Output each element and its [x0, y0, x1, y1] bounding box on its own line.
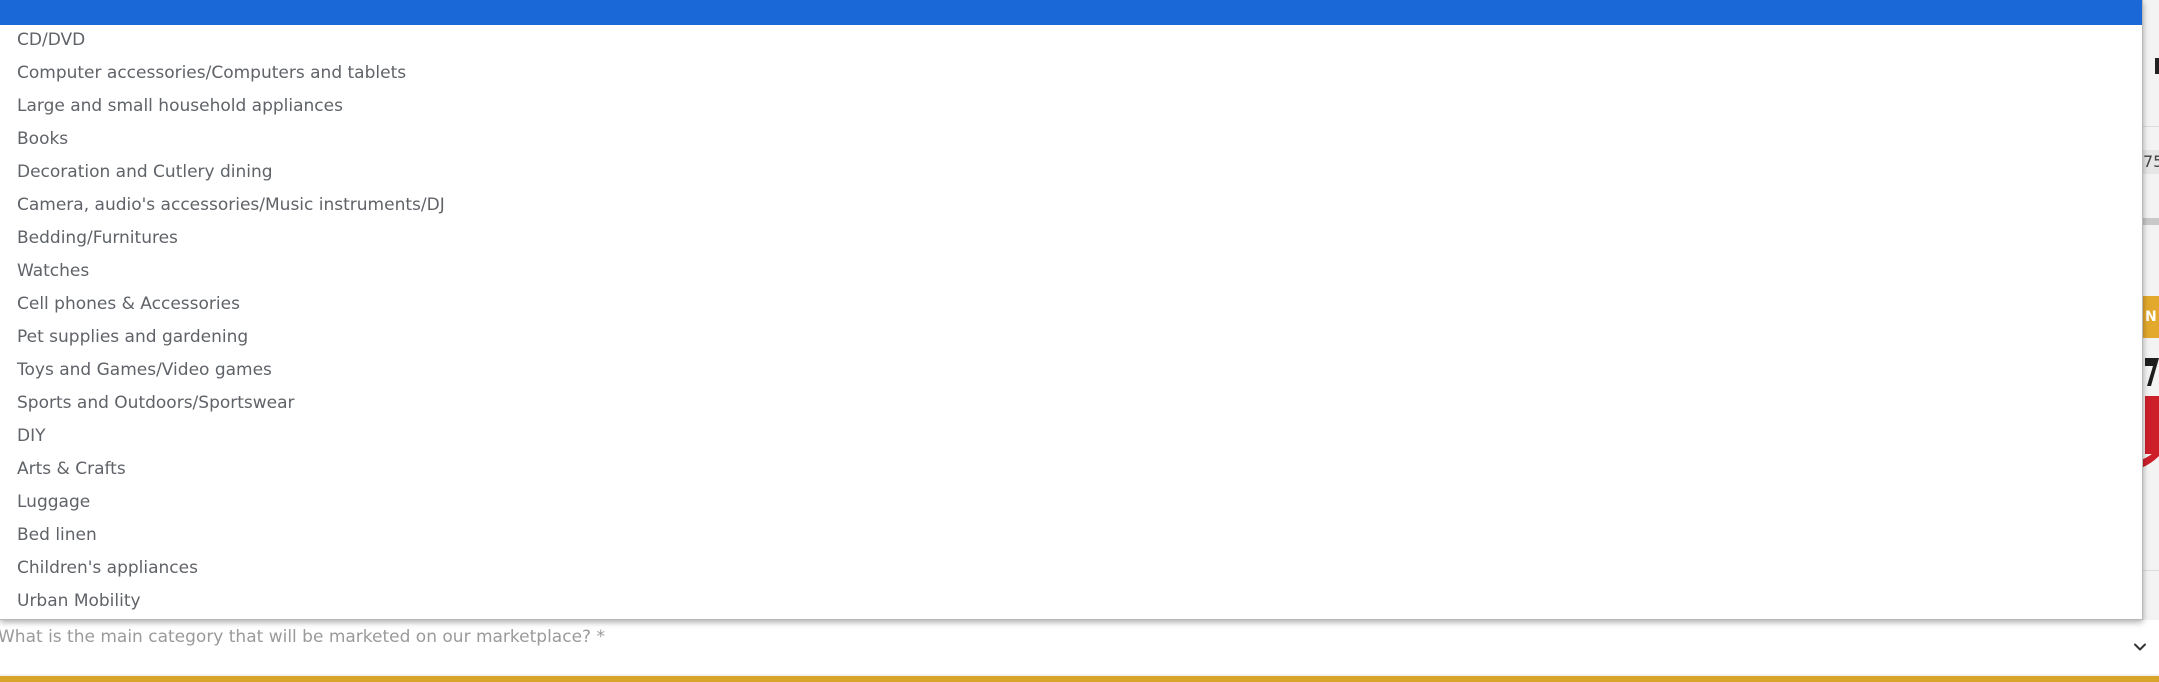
category-select[interactable]: What is the main category that will be m… — [0, 620, 2159, 674]
dropdown-option[interactable]: DIY — [0, 426, 2142, 459]
dropdown-option[interactable]: Watches — [0, 261, 2142, 294]
dropdown-option[interactable]: Luggage — [0, 492, 2142, 525]
dropdown-option[interactable]: Toys and Games/Video games — [0, 360, 2142, 393]
dropdown-option[interactable]: Arts & Crafts — [0, 459, 2142, 492]
background-button-fragment[interactable]: N — [2141, 296, 2159, 338]
select-underline — [0, 676, 2159, 682]
dropdown-option[interactable]: Camera, audio's accessories/Music instru… — [0, 195, 2142, 228]
dropdown-option[interactable]: Decoration and Cutlery dining — [0, 162, 2142, 195]
dropdown-option[interactable]: Bed linen — [0, 525, 2142, 558]
dropdown-option[interactable]: Books — [0, 129, 2142, 162]
dropdown-option[interactable]: Pet supplies and gardening — [0, 327, 2142, 360]
category-select-placeholder: What is the main category that will be m… — [0, 627, 605, 647]
dropdown-option[interactable]: Computer accessories/Computers and table… — [0, 63, 2142, 96]
dropdown-options: CD/DVD Computer accessories/Computers and… — [0, 30, 2142, 624]
background-edge-mark — [2155, 58, 2159, 74]
dropdown-option[interactable]: Bedding/Furnitures — [0, 228, 2142, 261]
dropdown-option[interactable]: CD/DVD — [0, 30, 2142, 63]
dropdown-option[interactable]: Urban Mobility — [0, 591, 2142, 624]
dropdown-option[interactable]: Large and small household appliances — [0, 96, 2142, 129]
dropdown-option[interactable]: Cell phones & Accessories — [0, 294, 2142, 327]
dropdown-option[interactable]: Sports and Outdoors/Sportswear — [0, 393, 2142, 426]
dropdown-option[interactable]: Children's appliances — [0, 558, 2142, 591]
background-logo-fragment — [2141, 358, 2159, 468]
background-progress-fragment — [2141, 218, 2159, 225]
category-dropdown-list[interactable]: CD/DVD Computer accessories/Computers and… — [0, 0, 2143, 620]
chevron-down-icon[interactable] — [2133, 640, 2147, 654]
dropdown-highlighted-option[interactable] — [0, 0, 2142, 25]
